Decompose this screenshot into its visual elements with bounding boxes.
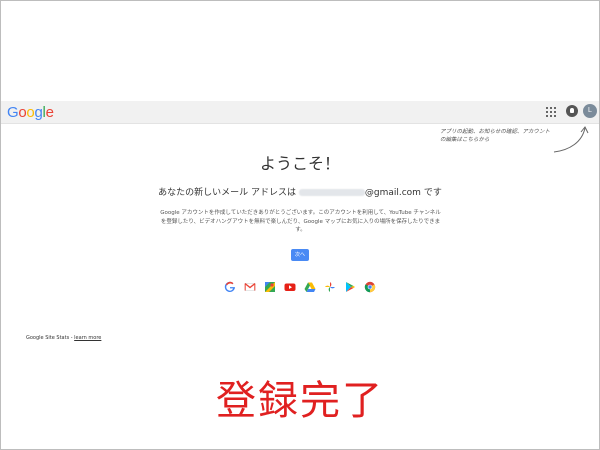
site-stats-note: Google Site Stats - learn more [26, 335, 101, 341]
logo-letter: G [7, 104, 19, 121]
logo-letter: o [26, 104, 35, 121]
address-domain: @gmail.com [364, 188, 421, 198]
learn-more-link[interactable]: learn more [74, 335, 101, 341]
welcome-heading: ようこそ！ [259, 154, 340, 173]
account-avatar[interactable]: L [583, 104, 597, 118]
top-bar: Google L [1, 101, 599, 124]
youtube-icon[interactable] [284, 281, 296, 293]
maps-icon[interactable] [264, 281, 276, 293]
address-suffix: です [423, 188, 442, 198]
new-address-line: あなたの新しいメール アドレスは @gmail.com です [0, 185, 600, 198]
google-search-icon[interactable] [224, 281, 236, 293]
play-store-icon[interactable] [344, 281, 356, 293]
apps-grid-icon[interactable] [546, 107, 556, 117]
logo-letter: e [45, 104, 54, 121]
chrome-icon[interactable] [364, 281, 376, 293]
address-prefix: あなたの新しいメール アドレスは [158, 188, 296, 198]
gmail-icon[interactable] [244, 281, 256, 293]
drive-icon[interactable] [304, 281, 316, 293]
google-logo[interactable]: Google [7, 104, 54, 121]
toolbar-hint-text: アプリの起動、お知らせの確認、アカウントの編集はこちらから [440, 129, 550, 143]
app-icons-row [224, 281, 376, 295]
logo-letter: o [18, 104, 27, 121]
account-description: Google アカウントを作成していただきありがとうございます。このアカウントを… [160, 210, 441, 233]
notifications-bell-icon[interactable] [566, 105, 578, 117]
site-stats-label: Google Site Stats - [26, 335, 75, 341]
logo-letter: g [34, 104, 43, 121]
next-button[interactable]: 次へ [291, 249, 309, 261]
photos-icon[interactable] [324, 281, 336, 293]
registration-complete-caption: 登録完了 [216, 378, 384, 424]
blurred-username [298, 189, 365, 196]
